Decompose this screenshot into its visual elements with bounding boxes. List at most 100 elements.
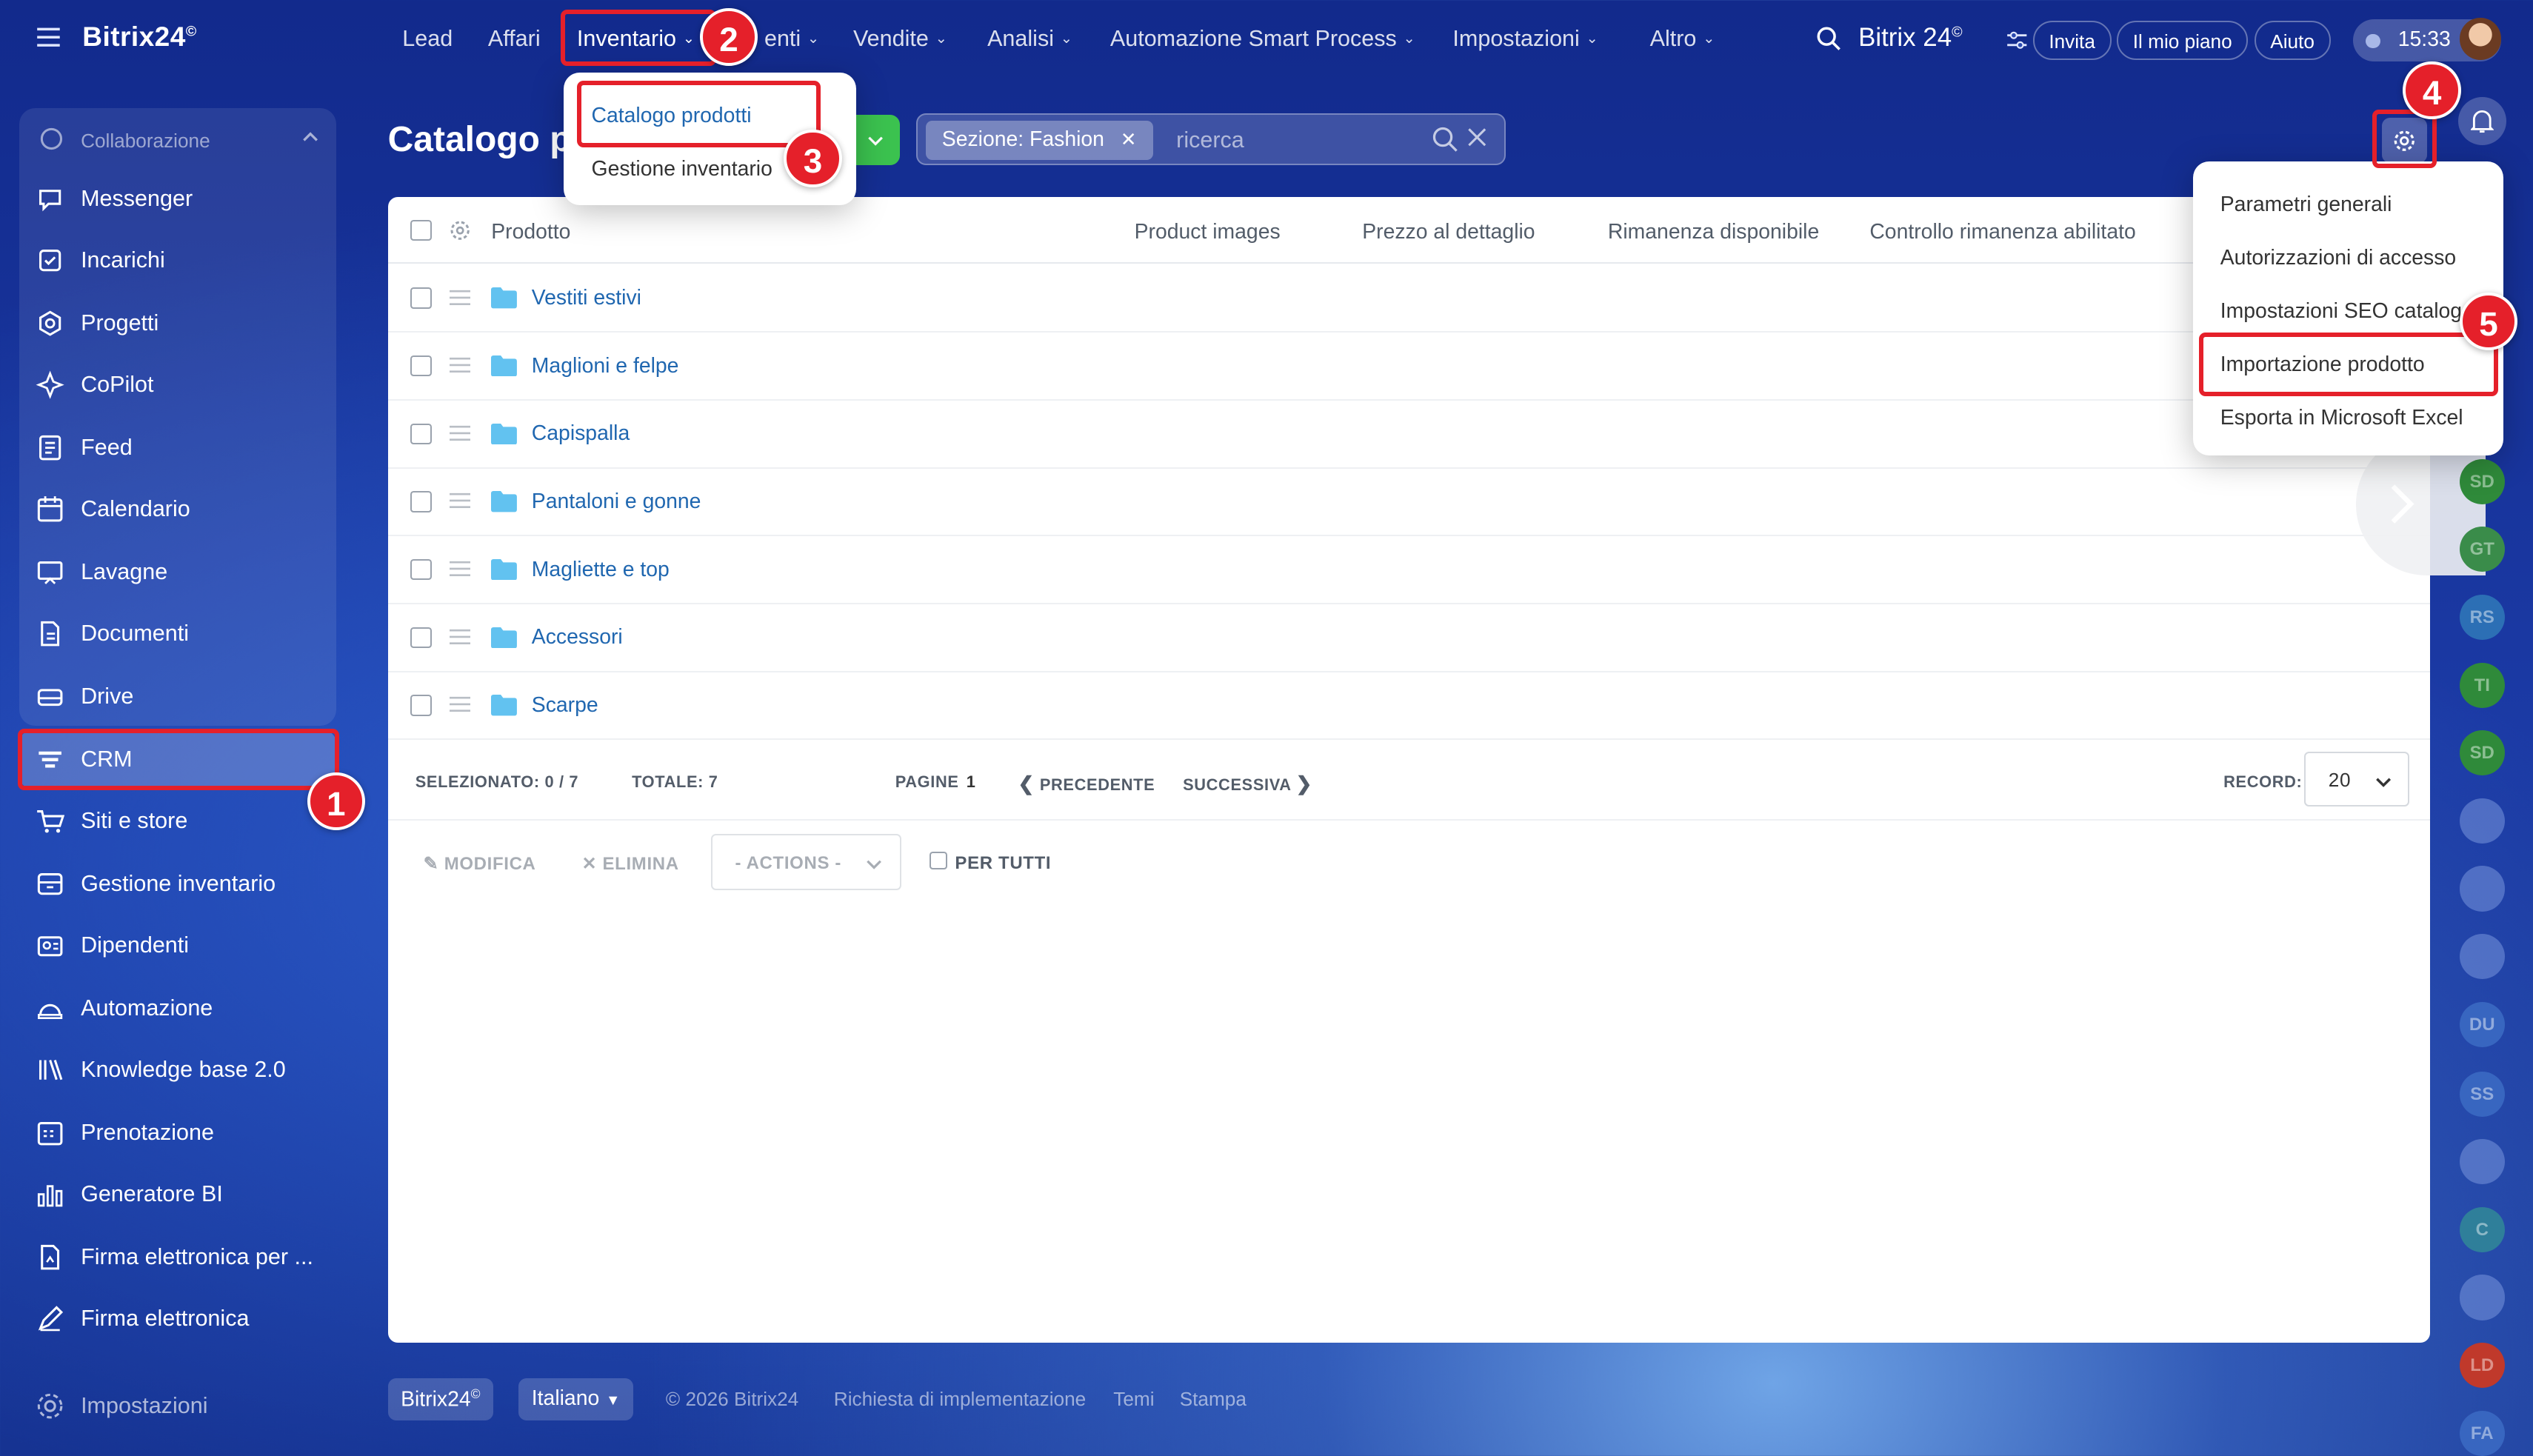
chat-avatar[interactable]: GT [2459,527,2505,572]
table-row[interactable]: Scarpe [387,672,2431,741]
sidebar-item-incarichi[interactable]: Incarichi [19,231,336,290]
gear-icon[interactable] [450,220,470,241]
row-checkbox[interactable] [410,695,432,716]
menu-item-importazione-prodotto[interactable]: Importazione prodotto [2220,353,2425,377]
sidebar-item-copilot[interactable]: CoPilot [19,355,336,414]
select-all-checkbox[interactable] [410,219,432,241]
chat-avatar[interactable]: SS [2459,1071,2505,1117]
close-icon[interactable]: ✕ [1121,128,1137,150]
next-page-button[interactable]: SUCCESSIVA ❯ [1183,772,1312,795]
sidebar-item-feed[interactable]: Feed [19,418,336,477]
column-header-product-images[interactable]: Product images [1135,220,1281,244]
user-avatar[interactable] [2459,17,2502,60]
filter-search-bar[interactable]: Sezione: Fashion ✕ ricerca [916,113,1506,165]
row-checkbox[interactable] [410,558,432,581]
edit-button[interactable]: ✎ MODIFICA [424,853,536,875]
sidebar-item-documenti[interactable]: Documenti [19,604,336,663]
row-name-link[interactable]: Magliette e top [532,558,670,582]
sidebar-item-calendario[interactable]: Calendario [19,480,336,538]
row-checkbox[interactable] [410,627,432,648]
chat-avatar-image[interactable] [2459,934,2505,980]
drag-handle-icon[interactable] [449,492,470,509]
menu-item-catalogo-prodotti[interactable]: Catalogo prodotti [592,104,752,128]
chat-avatar[interactable]: SD [2459,458,2505,504]
search-icon[interactable] [1432,126,1459,153]
prev-page-button[interactable]: ❮ PRECEDENTE [1018,772,1155,795]
sidebar-item-firma-elettronica[interactable]: Firma elettronica [19,1289,336,1348]
current-page[interactable]: 1 [967,772,976,792]
row-checkbox[interactable] [410,287,432,309]
chat-avatar-image[interactable] [2459,866,2505,912]
menu-icon[interactable] [36,26,61,49]
tab-lead[interactable]: Lead [402,26,453,52]
delete-button[interactable]: ✕ ELIMINA [581,853,678,875]
chat-avatar-image[interactable] [2459,1139,2505,1185]
column-header-prodotto[interactable]: Prodotto [491,220,570,244]
records-per-page-select[interactable]: 20 [2304,751,2410,807]
chat-avatar[interactable]: FA [2459,1410,2505,1456]
row-name-link[interactable]: Capispalla [532,421,630,446]
drag-handle-icon[interactable] [449,629,470,645]
sidebar-item-lavagne[interactable]: Lavagne [19,543,336,601]
column-header-rimanenza[interactable]: Rimanenza disponibile [1608,220,1819,244]
help-button[interactable]: Aiuto [2254,21,2331,60]
chat-avatar-image[interactable] [2459,798,2505,844]
menu-item-autorizzazioni[interactable]: Autorizzazioni di accesso [2220,246,2456,270]
sidebar-item-progetti[interactable]: Progetti [19,294,336,353]
for-all-checkbox[interactable] [929,851,947,869]
logo[interactable]: Bitrix24© [82,21,196,53]
chat-avatar[interactable]: C [2459,1206,2505,1252]
sidebar-item-knowledge-base[interactable]: Knowledge base 2.0 [19,1041,336,1099]
drag-handle-icon[interactable] [449,425,470,441]
footer-link-themes[interactable]: Temi [1113,1388,1154,1430]
drag-handle-icon[interactable] [449,357,470,373]
row-name-link[interactable]: Pantaloni e gonne [532,490,701,514]
chat-avatar[interactable]: TI [2459,662,2505,708]
tab-analisi[interactable]: Analisi ⌄ [987,26,1072,52]
search-icon[interactable] [1816,26,1842,52]
table-row[interactable]: Accessori [387,604,2431,672]
table-row[interactable]: Vestiti estivi [387,265,2431,333]
add-dropdown-button[interactable] [851,114,901,165]
notifications-button[interactable] [2457,96,2506,146]
chat-avatar-image[interactable] [2459,1275,2505,1320]
chat-avatar[interactable]: LD [2459,1343,2505,1389]
row-name-link[interactable]: Vestiti estivi [532,286,641,310]
sidebar-item-automazione[interactable]: Automazione [19,979,336,1038]
row-checkbox[interactable] [410,423,432,444]
table-row[interactable]: Capispalla [387,401,2431,469]
footer-brand[interactable]: Bitrix24© [387,1378,493,1420]
column-header-controllo-rimanenza[interactable]: Controllo rimanenza abilitato [1869,220,2135,244]
sidebar-settings[interactable]: Impostazioni [19,1388,336,1426]
sidebar-item-drive[interactable]: Drive [19,667,336,726]
language-select[interactable]: Italiano ▼ [518,1378,633,1420]
chat-avatar[interactable]: SD [2459,730,2505,776]
sidebar-item-messenger[interactable]: Messenger [19,170,336,228]
sliders-icon[interactable] [2006,29,2029,52]
drag-handle-icon[interactable] [449,561,470,577]
footer-link-print[interactable]: Stampa [1180,1388,1247,1430]
settings-gear-button[interactable] [2381,118,2428,164]
table-row[interactable]: Magliette e top [387,536,2431,604]
actions-select[interactable]: - ACTIONS - [710,833,902,891]
row-checkbox[interactable] [410,355,432,377]
menu-item-seo[interactable]: Impostazioni SEO catalog [2220,299,2462,324]
table-row[interactable]: Pantaloni e gonne [387,469,2431,537]
close-icon[interactable] [1466,126,1489,149]
chat-avatar[interactable]: DU [2459,1001,2505,1047]
sidebar-item-gestione-inventario[interactable]: Gestione inventario [19,855,336,913]
row-name-link[interactable]: Maglioni e felpe [532,354,679,378]
menu-item-gestione-inventario[interactable]: Gestione inventario [592,157,772,181]
drag-handle-icon[interactable] [449,290,470,306]
footer-link-implementation[interactable]: Richiesta di implementazione [834,1388,1086,1430]
row-checkbox[interactable] [410,491,432,512]
menu-item-esporta-excel[interactable]: Esporta in Microsoft Excel [2220,406,2463,430]
sidebar-item-siti-store[interactable]: Siti e store [19,792,336,850]
tab-automazione-smart-process[interactable]: Automazione Smart Process ⌄ [1110,26,1415,52]
filter-chip[interactable]: Sezione: Fashion ✕ [925,121,1153,160]
sidebar-item-dipendenti[interactable]: Dipendenti [19,916,336,975]
invite-button[interactable]: Invita [2032,21,2112,60]
row-name-link[interactable]: Scarpe [532,693,598,718]
chat-avatar[interactable]: RS [2459,594,2505,640]
my-plan-button[interactable]: Il mio piano [2117,21,2249,60]
